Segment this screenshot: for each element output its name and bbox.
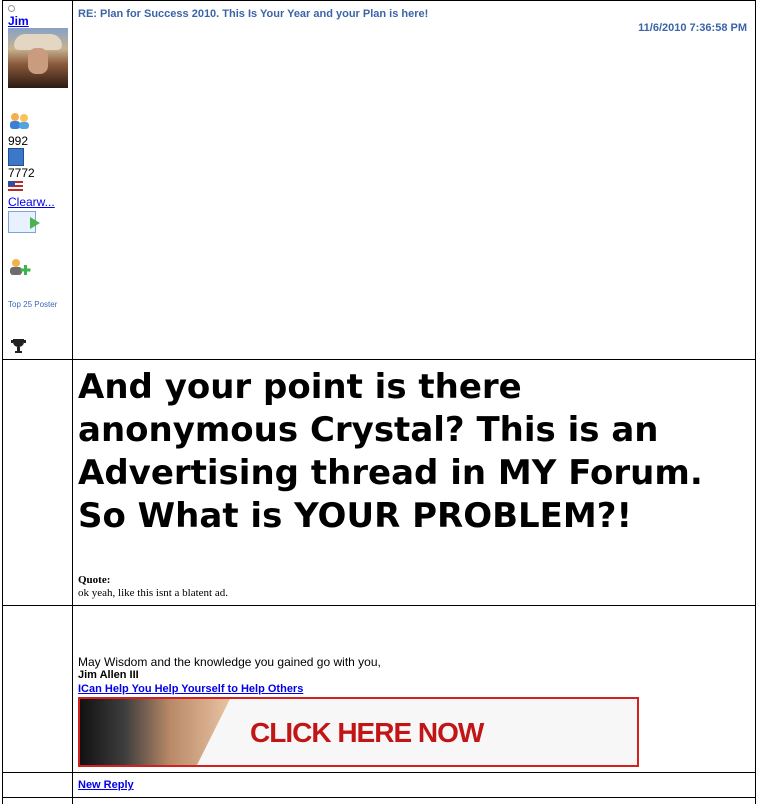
avatar [8,28,68,88]
new-reply-link[interactable]: New Reply [78,779,134,791]
post-title: RE: Plan for Success 2010. This Is Your … [78,8,429,20]
bottom-border [2,797,756,798]
posts-icon[interactable] [8,148,24,166]
status-dot-icon [8,5,15,12]
post-headline: And your point is there anonymous Crysta… [78,367,703,536]
top-poster-badge: Top 25 Poster [8,300,58,309]
signature-line: May Wisdom and the knowledge you gained … [78,655,381,669]
author-name-link[interactable]: Jim [8,14,29,28]
quote-text: ok yeah, like this isnt a blatent ad. [78,587,228,599]
quote-label: Quote: [78,574,111,586]
top-border [2,0,756,1]
row-divider-2 [2,605,756,606]
us-flag-icon [8,181,23,191]
row-divider-1 [2,359,756,360]
signature-link[interactable]: ICan Help You Help Yourself to Help Othe… [78,683,303,695]
banner-text: CLICK HERE NOW [250,717,484,748]
post-date: 11/6/2010 7:36:58 PM [638,22,747,34]
signature-name: Jim Allen III [78,669,139,681]
friends-icon[interactable] [8,111,32,131]
handshake-image [80,699,230,765]
friends-count: 992 [8,134,29,148]
column-divider [72,0,73,804]
click-here-banner[interactable]: CLICK HERE NOW [78,697,639,767]
add-friend-icon[interactable] [8,257,32,277]
posts-count: 7772 [8,166,35,180]
location-link[interactable]: Clearw... [8,195,55,209]
right-border [755,0,756,804]
trophy-icon [10,338,27,355]
left-border [2,0,3,804]
mail-icon[interactable] [8,211,40,233]
row-divider-3 [2,772,756,773]
